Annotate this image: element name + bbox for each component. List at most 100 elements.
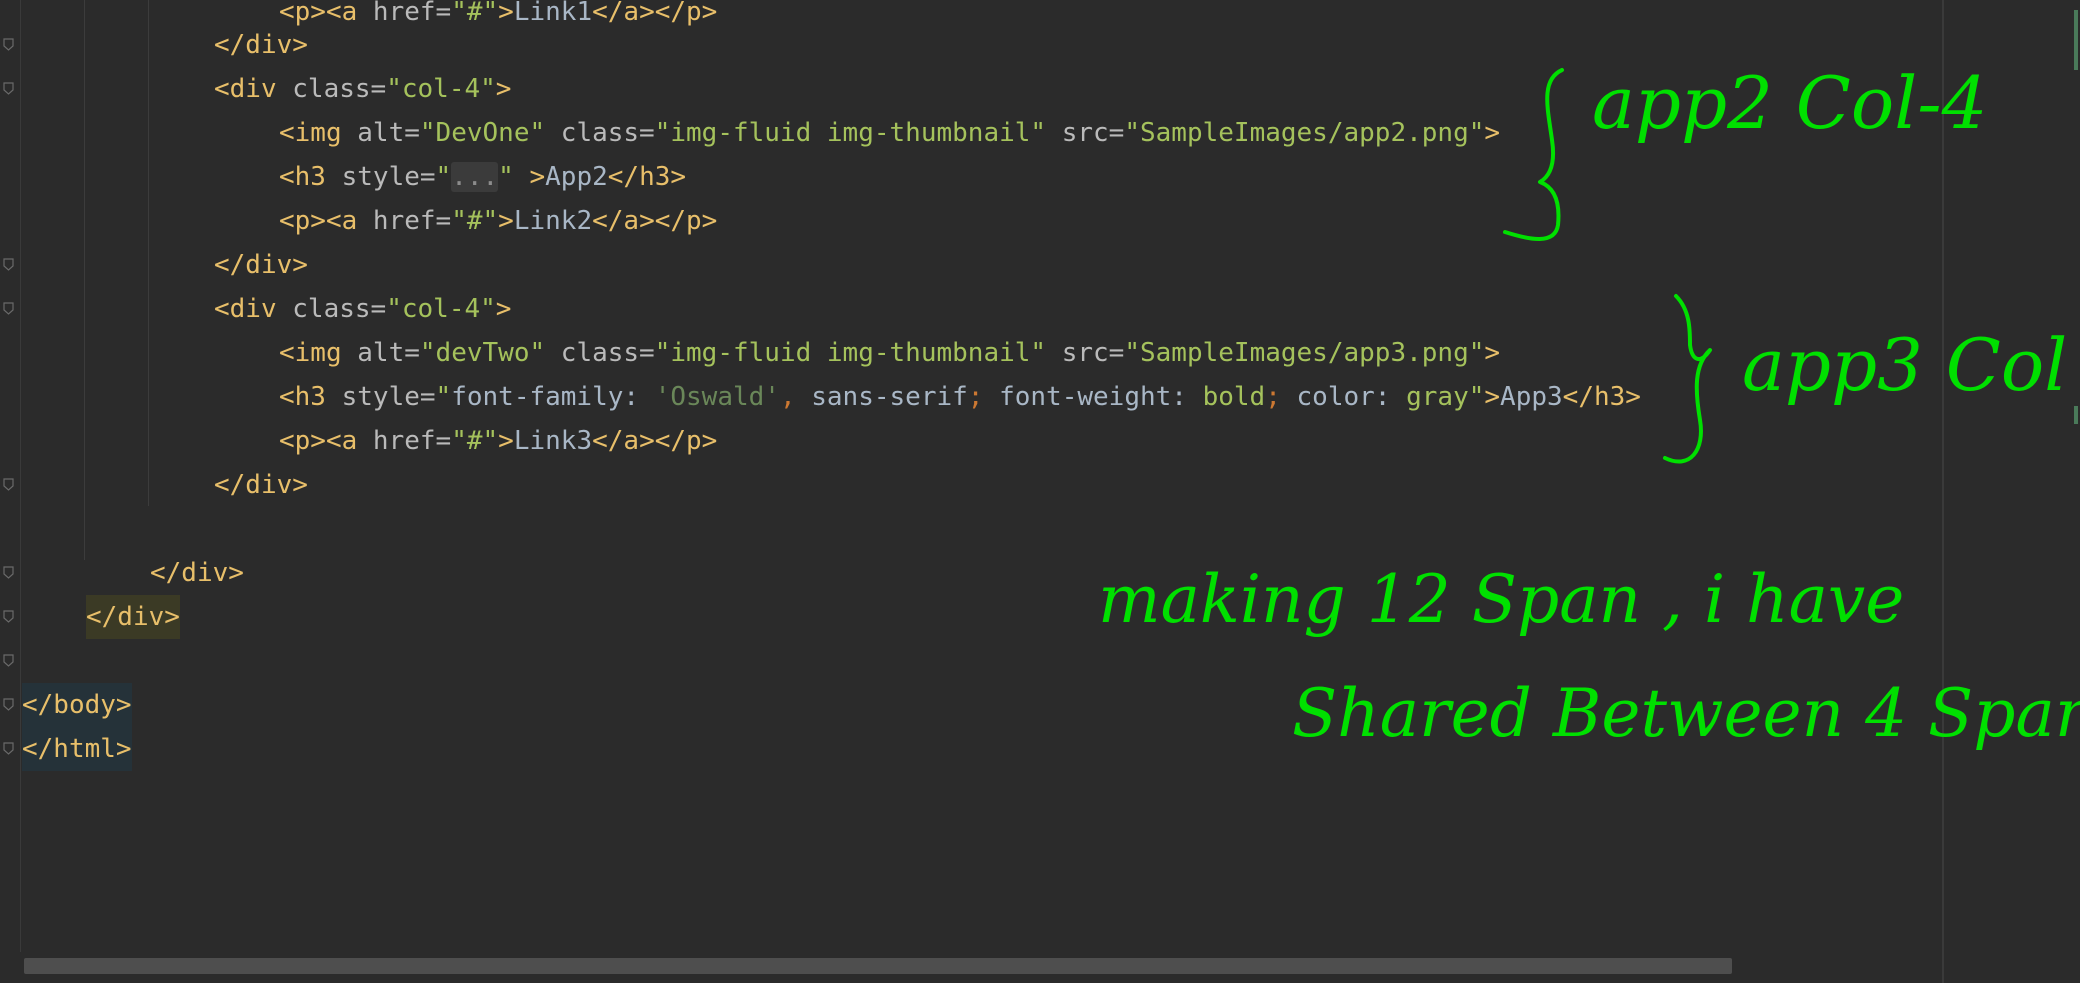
- code-token: alt=: [357, 338, 420, 368]
- code-token: Link3: [513, 426, 593, 456]
- code-token: ;: [1265, 382, 1281, 412]
- code-token: src=: [1046, 338, 1125, 368]
- code-token: >: [1484, 118, 1501, 148]
- fold-icon[interactable]: [3, 80, 14, 95]
- code-token: "#": [451, 0, 499, 27]
- fold-icon[interactable]: [3, 740, 14, 755]
- code-token: >: [1484, 338, 1501, 368]
- code-token: style=: [341, 162, 436, 192]
- code-token: </div>: [86, 602, 180, 632]
- code-line[interactable]: </div>: [214, 463, 308, 507]
- fold-marker-shape: [3, 302, 14, 315]
- code-token: <img: [279, 118, 358, 148]
- code-token: ": [498, 162, 514, 192]
- code-token: ;: [967, 382, 984, 412]
- code-line[interactable]: <div class="col-4">: [214, 67, 511, 111]
- code-token: "devTwo": [419, 338, 546, 368]
- code-line[interactable]: </div>: [86, 595, 180, 639]
- code-token: bold: [1202, 382, 1266, 412]
- code-token: App3: [1500, 382, 1563, 412]
- code-editor[interactable]: <p><a href="#">Link1</a></p> </div> <div c…: [0, 0, 2080, 983]
- code-token: </a></p>: [592, 426, 718, 456]
- code-token: "#": [451, 206, 499, 236]
- code-line[interactable]: <img alt="devTwo" class="img-fluid img-t…: [279, 331, 1500, 375]
- code-token: Link2: [513, 206, 593, 236]
- code-token: <h3: [279, 162, 342, 192]
- code-token: ": [435, 162, 452, 192]
- code-line[interactable]: </div>: [214, 23, 308, 67]
- indent-guide: [84, 0, 85, 560]
- code-token: <h3: [279, 382, 342, 412]
- code-token: </div>: [214, 470, 308, 500]
- code-token: "img-fluid img-thumbnail": [654, 338, 1047, 368]
- code-token: "img-fluid img-thumbnail": [654, 118, 1047, 148]
- code-token: class=: [292, 74, 387, 104]
- fold-marker-shape: [3, 698, 14, 711]
- code-token: alt=: [357, 118, 420, 148]
- scroll-marker: [2074, 406, 2078, 424]
- code-token: >: [495, 74, 512, 104]
- code-token: ": [1468, 382, 1485, 412]
- code-token: >: [498, 0, 514, 27]
- code-token: "SampleImages/app2.png": [1124, 118, 1485, 148]
- code-token: Link1: [513, 0, 593, 27]
- code-token: gray: [1406, 382, 1469, 412]
- code-token: 'Oswald': [654, 382, 780, 412]
- code-token: ": [435, 382, 452, 412]
- code-token: "SampleImages/app3.png": [1124, 338, 1485, 368]
- code-token: </div>: [214, 250, 308, 280]
- code-token: >: [495, 294, 512, 324]
- code-token: <img: [279, 338, 358, 368]
- code-token: </html>: [22, 734, 132, 764]
- code-line[interactable]: <img alt="DevOne" class="img-fluid img-t…: [279, 111, 1500, 155]
- code-token: >: [513, 162, 546, 192]
- fold-icon[interactable]: [3, 300, 14, 315]
- code-line[interactable]: <h3 style="font-family: 'Oswald', sans-s…: [279, 375, 1641, 419]
- code-line[interactable]: <p><a href="#">Link1</a></p>: [279, 0, 717, 34]
- code-token: src=: [1046, 118, 1125, 148]
- code-line[interactable]: <h3 style="..." >App2</h3>: [279, 155, 686, 199]
- fold-marker-shape: [3, 258, 14, 271]
- fold-icon[interactable]: [3, 476, 14, 491]
- fold-icon[interactable]: [3, 564, 14, 579]
- code-token: "DevOne": [419, 118, 546, 148]
- code-token: <p><a: [279, 426, 373, 456]
- code-line[interactable]: <p><a href="#">Link2</a></p>: [279, 199, 717, 243]
- code-token: </a></p>: [592, 206, 718, 236]
- code-token: color:: [1280, 382, 1407, 412]
- fold-icon[interactable]: [3, 652, 14, 667]
- fold-icon[interactable]: [3, 256, 14, 271]
- code-token: href=: [372, 0, 452, 27]
- code-token: font-weight:: [983, 382, 1203, 412]
- code-line[interactable]: </div>: [214, 243, 308, 287]
- code-line[interactable]: </html>: [22, 727, 132, 771]
- code-token: sans-serif: [795, 382, 968, 412]
- code-token: "#": [451, 426, 499, 456]
- right-margin-guide: [1942, 0, 1944, 983]
- code-token: <p><a: [279, 206, 373, 236]
- code-token: </h3>: [607, 162, 687, 192]
- code-token: </body>: [22, 690, 132, 720]
- fold-marker-shape: [3, 478, 14, 491]
- fold-marker-shape: [3, 38, 14, 51]
- code-line[interactable]: </body>: [22, 683, 132, 727]
- code-token: >: [1484, 382, 1501, 412]
- code-token: ,: [779, 382, 796, 412]
- fold-marker-shape: [3, 82, 14, 95]
- fold-icon[interactable]: [3, 608, 14, 623]
- fold-icon[interactable]: [3, 696, 14, 711]
- code-line[interactable]: <p><a href="#">Link3</a></p>: [279, 419, 717, 463]
- code-token: class=: [292, 294, 387, 324]
- scroll-marker: [2074, 10, 2078, 70]
- fold-icon[interactable]: [3, 36, 14, 51]
- horizontal-scrollbar-thumb[interactable]: [24, 958, 1732, 974]
- code-token: <div: [214, 294, 293, 324]
- code-token: </a></p>: [592, 0, 718, 27]
- code-token: </div>: [214, 30, 308, 60]
- code-line[interactable]: </div>: [150, 551, 244, 595]
- code-line[interactable]: <div class="col-4">: [214, 287, 511, 331]
- code-token: class=: [545, 338, 655, 368]
- code-token: <div: [214, 74, 293, 104]
- code-token: </div>: [150, 558, 244, 588]
- fold-gutter: [0, 0, 21, 983]
